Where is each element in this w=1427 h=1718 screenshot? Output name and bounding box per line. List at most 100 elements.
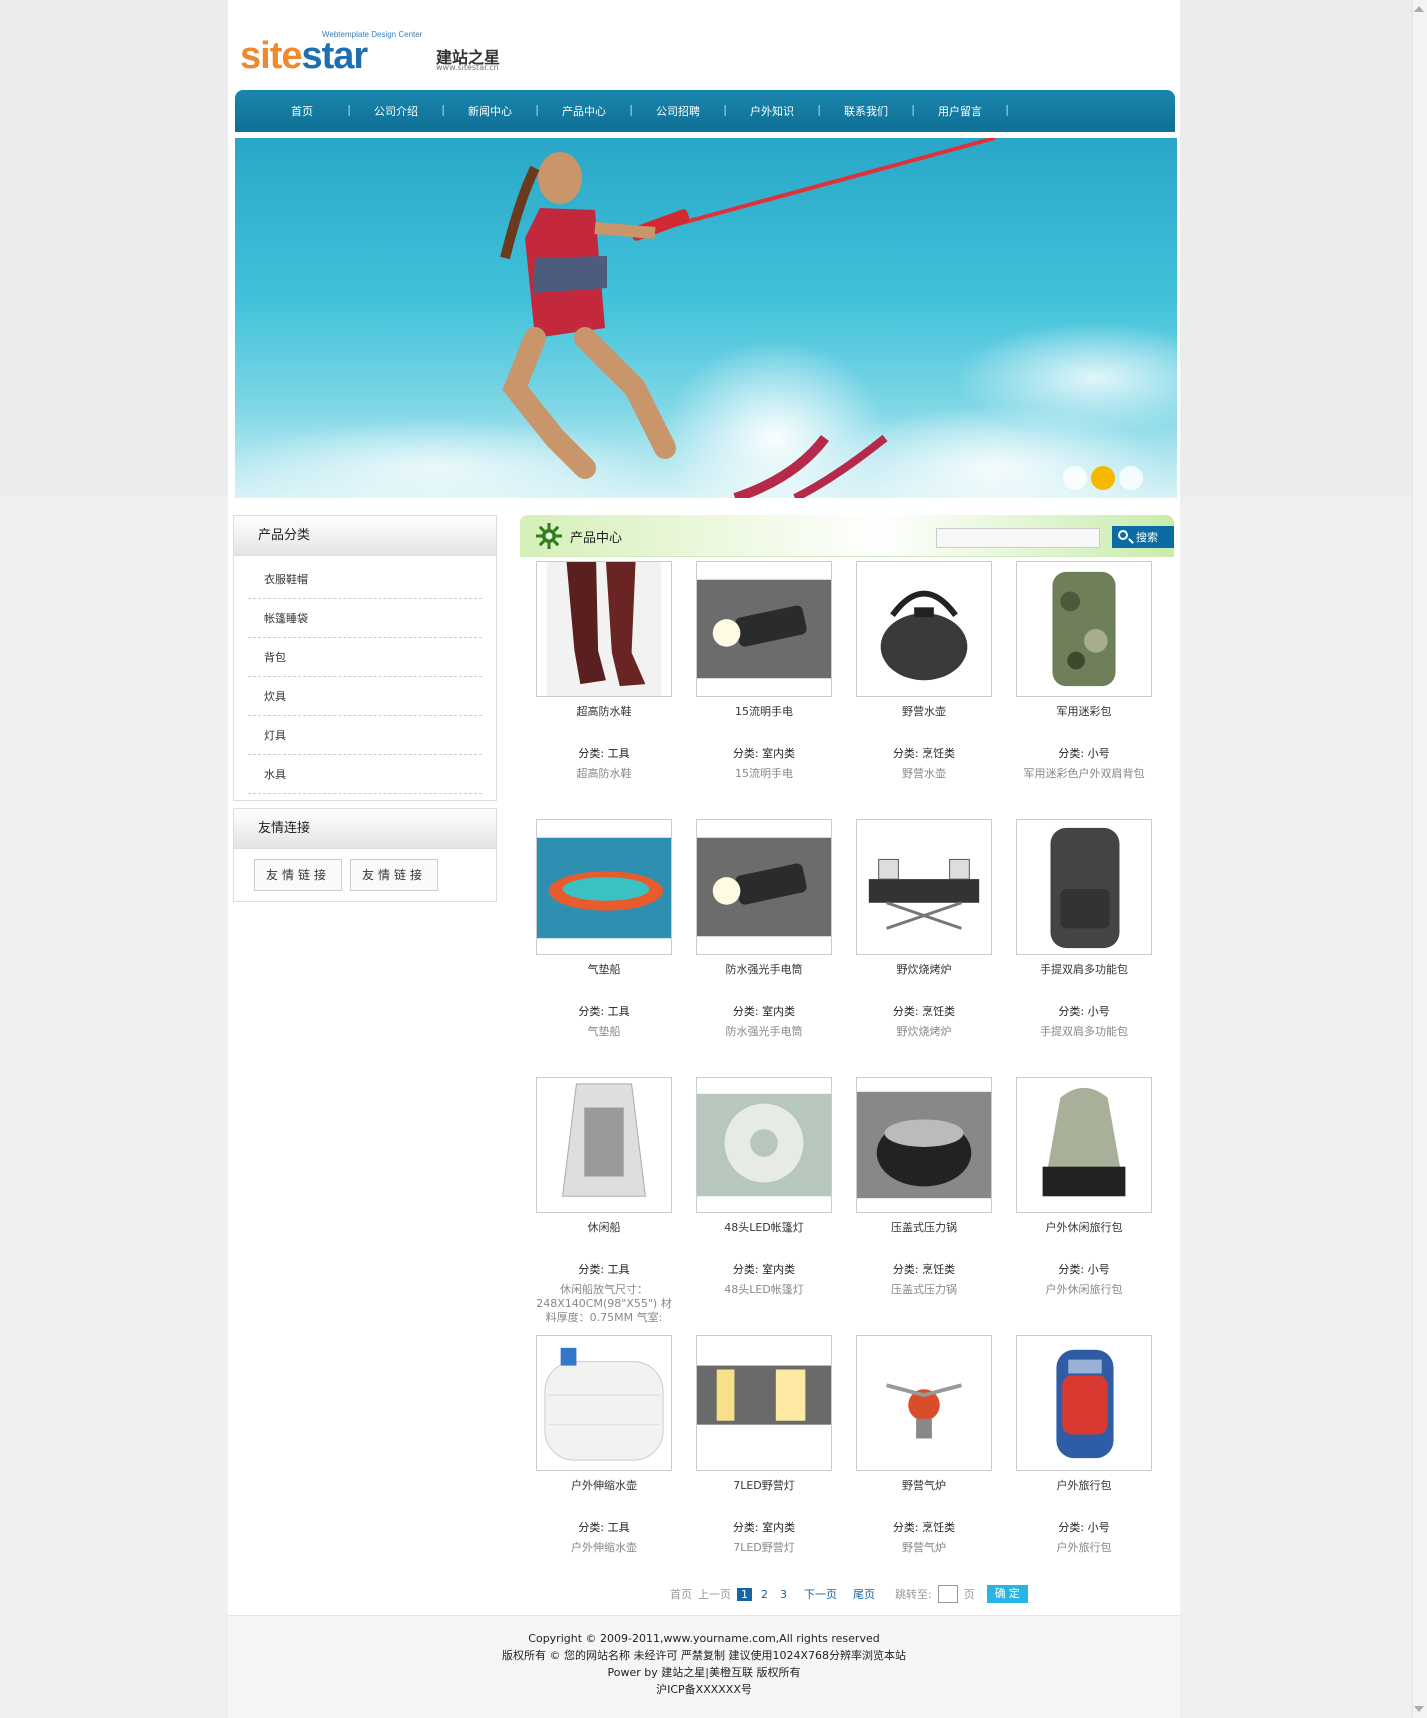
nav-news[interactable]: 新闻中心	[443, 103, 539, 119]
product-name[interactable]: 手提双肩多功能包	[1016, 961, 1152, 977]
search-button[interactable]: 搜索	[1112, 526, 1174, 548]
pager-page-2[interactable]: 2	[758, 1588, 771, 1601]
product-card: 手提双肩多功能包 分类: 小号 手提双肩多功能包	[1016, 819, 1152, 1039]
category-item-clothing[interactable]: 衣服鞋帽	[248, 560, 482, 599]
pager-page-3[interactable]: 3	[777, 1588, 790, 1601]
product-category: 分类: 工具	[578, 1005, 630, 1018]
product-description: 手提双肩多功能包	[1040, 1025, 1128, 1038]
product-name[interactable]: 军用迷彩包	[1016, 703, 1152, 719]
product-category: 分类: 工具	[578, 1263, 630, 1276]
product-image[interactable]	[856, 1077, 992, 1213]
site-logo[interactable]: Webtemplate Design Center sitestar 建站之星 …	[240, 30, 530, 76]
flashlight-icon	[697, 837, 831, 937]
product-image[interactable]	[696, 1335, 832, 1471]
product-category: 分类: 烹饪类	[892, 747, 956, 760]
product-card: 压盖式压力锅 分类: 烹饪类 压盖式压力锅	[856, 1077, 992, 1297]
nav-contact[interactable]: 联系我们	[819, 103, 915, 119]
product-card: 户外旅行包 分类: 小号 户外旅行包	[1016, 1335, 1152, 1555]
product-description: 户外伸缩水壶	[571, 1541, 637, 1554]
product-description: 野营水壶	[902, 767, 946, 780]
product-image[interactable]	[1016, 1077, 1152, 1213]
category-panel-title: 产品分类	[234, 516, 496, 556]
product-name[interactable]: 防水强光手电筒	[696, 961, 832, 977]
hero-banner	[235, 138, 1177, 498]
nav-guestbook[interactable]: 用户留言	[913, 103, 1009, 119]
category-item-water[interactable]: 水具	[248, 755, 482, 794]
product-image[interactable]	[536, 561, 672, 697]
product-card: 军用迷彩包 分类: 小号 军用迷彩色户外双肩背包	[1016, 561, 1152, 781]
product-image[interactable]	[856, 561, 992, 697]
product-name[interactable]: 15流明手电	[696, 703, 832, 719]
banner-illustration	[500, 138, 996, 498]
pressure-cooker-icon	[857, 1091, 991, 1199]
footer-copyright: Copyright © 2009-2011,www.yourname.com,A…	[528, 1632, 880, 1645]
banner-dot-2[interactable]	[1091, 466, 1115, 490]
grill-icon	[868, 858, 980, 930]
product-card: 野营气炉 分类: 烹饪类 野营气炉	[856, 1335, 992, 1555]
nav-about[interactable]: 公司介绍	[349, 103, 445, 119]
pager-jump-input[interactable]	[937, 1585, 958, 1603]
product-category: 分类: 小号	[1058, 1521, 1110, 1534]
footer-icp: 沪ICP备XXXXXX号	[656, 1683, 752, 1696]
pager-first[interactable]: 首页	[670, 1586, 692, 1602]
product-name[interactable]: 户外伸缩水壶	[536, 1477, 672, 1493]
pager-page-1[interactable]: 1	[737, 1587, 752, 1601]
product-name[interactable]: 休闲船	[536, 1219, 672, 1235]
product-name[interactable]: 超高防水鞋	[536, 703, 672, 719]
product-image[interactable]	[536, 1335, 672, 1471]
product-name[interactable]: 野营水壶	[856, 703, 992, 719]
product-image[interactable]	[696, 1077, 832, 1213]
product-card: 超高防水鞋 分类: 工具 超高防水鞋	[536, 561, 672, 781]
waders-icon	[546, 562, 662, 696]
product-image[interactable]	[1016, 1335, 1152, 1471]
product-category: 分类: 室内类	[732, 747, 796, 760]
friend-links-panel: 友情连接 友情链接 友情链接	[233, 808, 497, 902]
scrollbar[interactable]	[1412, 0, 1427, 1718]
nav-outdoor-knowledge[interactable]: 户外知识	[725, 103, 821, 119]
product-image[interactable]	[1016, 561, 1152, 697]
product-image[interactable]	[696, 561, 832, 697]
category-item-backpacks[interactable]: 背包	[248, 638, 482, 677]
product-image[interactable]	[536, 819, 672, 955]
product-name[interactable]: 气垫船	[536, 961, 672, 977]
footer-powered-by[interactable]: Power by 建站之星|美橙互联 版权所有	[228, 1664, 1180, 1681]
product-name[interactable]: 压盖式压力锅	[856, 1219, 992, 1235]
friend-link-1[interactable]: 友情链接	[254, 859, 342, 891]
product-image[interactable]	[856, 1335, 992, 1471]
product-image[interactable]	[536, 1077, 672, 1213]
product-name[interactable]: 7LED野营灯	[696, 1477, 832, 1493]
product-card: 7LED野营灯 分类: 室内类 7LED野营灯	[696, 1335, 832, 1555]
scroll-down-icon[interactable]	[1414, 1706, 1424, 1712]
search-icon	[1118, 530, 1128, 540]
product-image[interactable]	[856, 819, 992, 955]
pager-go-button[interactable]: 确 定	[986, 1585, 1028, 1603]
pager-last[interactable]: 尾页	[853, 1586, 875, 1602]
product-image[interactable]	[696, 819, 832, 955]
friend-link-2[interactable]: 友情链接	[350, 859, 438, 891]
product-category: 分类: 烹饪类	[892, 1521, 956, 1534]
category-item-tents[interactable]: 帐篷睡袋	[248, 599, 482, 638]
main-nav: 首页 公司介绍 新闻中心 产品中心 公司招聘 户外知识 联系我们 用户留言	[235, 90, 1175, 132]
product-category: 分类: 烹饪类	[892, 1005, 956, 1018]
nav-products[interactable]: 产品中心	[537, 103, 633, 119]
search-input[interactable]	[936, 528, 1100, 548]
banner-dot-1[interactable]	[1063, 466, 1087, 490]
banner-dot-3[interactable]	[1119, 466, 1143, 490]
product-name[interactable]: 户外旅行包	[1016, 1477, 1152, 1493]
product-image[interactable]	[1016, 819, 1152, 955]
category-item-lamps[interactable]: 灯具	[248, 716, 482, 755]
product-name[interactable]: 48头LED帐篷灯	[696, 1219, 832, 1235]
product-name[interactable]: 户外休闲旅行包	[1016, 1219, 1152, 1235]
lantern-icon	[697, 1365, 831, 1425]
nav-home[interactable]: 首页	[255, 103, 351, 119]
product-name[interactable]: 野营气炉	[856, 1477, 992, 1493]
nav-jobs[interactable]: 公司招聘	[631, 103, 727, 119]
pager-prev[interactable]: 上一页	[698, 1586, 731, 1602]
kettle-icon	[880, 590, 968, 681]
product-card: 户外休闲旅行包 分类: 小号 户外休闲旅行包	[1016, 1077, 1152, 1297]
gas-stove-icon	[886, 1383, 962, 1439]
product-name[interactable]: 野炊烧烤炉	[856, 961, 992, 977]
scroll-up-icon[interactable]	[1414, 6, 1424, 12]
category-item-cookware[interactable]: 炊具	[248, 677, 482, 716]
pager-next[interactable]: 下一页	[804, 1586, 837, 1602]
